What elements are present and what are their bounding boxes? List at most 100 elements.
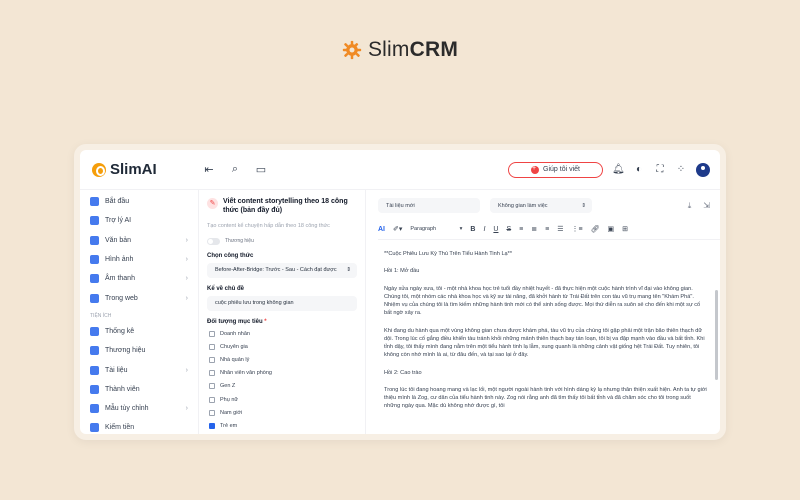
- sidebar-item-util-5[interactable]: Kiếm tiền: [90, 418, 196, 434]
- checkbox[interactable]: [209, 357, 215, 364]
- sidebar-item-5[interactable]: Trong web ›: [90, 288, 196, 307]
- checkbox[interactable]: [209, 409, 215, 416]
- audience-option-label: Chuyên gia: [220, 344, 248, 351]
- align-left-icon[interactable]: ≡: [519, 226, 523, 233]
- audience-option[interactable]: Chuyên gia: [207, 341, 357, 354]
- chevron-right-icon: ›: [185, 236, 188, 244]
- tool-title: Viết content storytelling theo 18 công t…: [223, 198, 348, 214]
- users-icon: [90, 384, 99, 394]
- editor-panel: Tài liệu mới Không gian làm việc ⇕ ⤓ ⇲ A…: [368, 190, 720, 434]
- sidebar-item-util-4[interactable]: Mẫu tùy chỉnh ›: [90, 399, 196, 418]
- brand-name: SlimCRM: [367, 38, 459, 61]
- sidebar-item-4[interactable]: Âm thanh ›: [90, 269, 196, 288]
- collapse-sidebar-icon[interactable]: ⇤: [202, 163, 216, 176]
- sidebar-item-util-0[interactable]: Thống kê: [90, 322, 196, 341]
- checkbox[interactable]: [209, 422, 215, 429]
- ai-icon[interactable]: AI: [378, 226, 385, 233]
- content-paragraph: Trong lúc tôi đang hoang mang và lạc lối…: [384, 386, 707, 410]
- app-window: SlimAI ⇤ ⌕ ▭ Giúp tôi viết 🔔︎ ◐ ⛶ ⁘ Bắt …: [74, 144, 726, 440]
- audience-option[interactable]: Gen Z: [207, 380, 357, 393]
- checkbox[interactable]: [209, 344, 215, 351]
- globe-icon: [90, 293, 99, 303]
- brand-icon: [90, 346, 99, 356]
- app-logo[interactable]: SlimAI: [80, 161, 198, 178]
- sidebar-item-2[interactable]: Văn bản ›: [90, 231, 196, 250]
- audience-option-label: Phụ nữ: [220, 396, 239, 403]
- editor-content[interactable]: **Cuộc Phiêu Lưu Kỳ Thú Trên Tiểu Hành T…: [378, 240, 720, 411]
- audience-option-label: Nhân viên văn phòng: [220, 370, 272, 377]
- sidebar-item-label: Thương hiệu: [105, 347, 146, 355]
- topic-input[interactable]: cuộc phiêu lưu trong không gian: [207, 295, 357, 311]
- download-icon[interactable]: ⤓: [688, 201, 692, 211]
- grid-apps-icon[interactable]: ⁘: [675, 164, 687, 175]
- content-paragraph: Khi đang du hành qua một vùng không gian…: [384, 327, 705, 359]
- sidebar: Bắt đầu Trợ lý AI Văn bản › Hình ảnh › Âm than…: [80, 190, 196, 434]
- checkbox[interactable]: [209, 331, 215, 338]
- align-center-icon[interactable]: ≣: [531, 225, 537, 233]
- audience-option[interactable]: Trẻ em: [207, 419, 357, 432]
- audience-option[interactable]: Nam giới: [207, 406, 357, 419]
- money-icon: [90, 423, 99, 433]
- rocket-icon: [90, 197, 99, 207]
- search-icon[interactable]: ⌕: [228, 163, 242, 176]
- strikethrough-icon[interactable]: S: [506, 226, 511, 233]
- sidebar-item-util-1[interactable]: Thương hiệu: [90, 341, 196, 360]
- sidebar-item-3[interactable]: Hình ảnh ›: [90, 250, 196, 269]
- sidebar-item-util-3[interactable]: Thành viên: [90, 380, 196, 399]
- doc-name-input[interactable]: Tài liệu mới: [378, 198, 480, 213]
- audience-option[interactable]: Nhà quản lý: [207, 354, 357, 367]
- table-icon[interactable]: ⊞: [622, 225, 628, 233]
- chevron-right-icon: ›: [185, 366, 188, 374]
- brand-header: SlimCRM: [0, 38, 800, 62]
- sidebar-item-label: Thống kê: [105, 327, 135, 335]
- audience-option[interactable]: Nhân viên văn phòng: [207, 367, 357, 380]
- sidebar-item-label: Mẫu tùy chỉnh: [105, 405, 149, 413]
- sidebar-item-1[interactable]: Trợ lý AI: [90, 211, 196, 230]
- sidebar-item-0[interactable]: Bắt đầu: [90, 192, 196, 211]
- image-icon[interactable]: ▣: [607, 225, 614, 233]
- magic-pen-icon[interactable]: ✐▾: [393, 225, 402, 233]
- formula-value: Before-After-Bridge: Trước - Sau - Cách …: [215, 267, 337, 273]
- link-icon[interactable]: 🔗︎: [591, 225, 600, 233]
- audience-option[interactable]: Phụ nữ: [207, 393, 357, 406]
- checkbox[interactable]: [209, 370, 215, 377]
- sidebar-item-label: Kiếm tiền: [105, 424, 135, 432]
- robot-icon: [90, 216, 99, 226]
- image-icon: [90, 255, 99, 265]
- numbered-list-icon[interactable]: ⋮≡: [571, 225, 582, 233]
- sidebar-item-label: Văn bản: [105, 236, 132, 244]
- sidebar-item-label: Tài liệu: [105, 366, 128, 374]
- align-right-icon[interactable]: ≡: [545, 226, 549, 233]
- content-paragraph: Ngày xửa ngày xưa, tôi - một nhà khoa họ…: [384, 285, 701, 317]
- topic-label: Kể về chủ đề: [207, 285, 245, 292]
- chevron-right-icon: ›: [185, 275, 188, 283]
- bold-icon[interactable]: B: [470, 226, 475, 233]
- audience-option-label: Trẻ em: [220, 422, 238, 429]
- workspace-select[interactable]: Không gian làm việc ⇕: [490, 198, 592, 213]
- audience-option[interactable]: Doanh nhân: [207, 328, 357, 341]
- user-avatar[interactable]: [696, 162, 710, 177]
- export-icon[interactable]: ⇲: [703, 201, 710, 211]
- scrollbar[interactable]: [715, 290, 718, 380]
- content-paragraph: Hồi 1: Mở đầu: [384, 268, 420, 275]
- bullet-list-icon[interactable]: ☰: [557, 225, 563, 233]
- fullscreen-icon[interactable]: ⛶: [654, 164, 666, 175]
- plus-circle-icon: [531, 165, 540, 174]
- theme-toggle-icon[interactable]: ◐: [633, 164, 645, 175]
- sidebar-item-util-2[interactable]: Tài liệu ›: [90, 360, 196, 379]
- checkbox[interactable]: [209, 383, 215, 390]
- sidebar-item-label: Trợ lý AI: [105, 217, 132, 225]
- chat-icon[interactable]: ▭: [254, 163, 268, 176]
- config-panel: ✎ Viết content storytelling theo 18 công…: [198, 190, 366, 434]
- formula-select[interactable]: Before-After-Bridge: Trước - Sau - Cách …: [207, 262, 357, 278]
- help-me-write-button[interactable]: Giúp tôi viết: [508, 161, 603, 178]
- underline-icon[interactable]: U: [493, 226, 498, 233]
- bell-icon[interactable]: 🔔︎: [612, 164, 625, 175]
- checkbox[interactable]: [209, 396, 215, 403]
- paragraph-style-select[interactable]: Paragraph ▾: [410, 226, 462, 232]
- document-icon: [90, 235, 99, 245]
- audio-icon: [90, 274, 99, 284]
- italic-icon[interactable]: I: [483, 226, 485, 233]
- sidebar-item-label: Trong web: [105, 294, 138, 302]
- brand-toggle[interactable]: [207, 237, 220, 245]
